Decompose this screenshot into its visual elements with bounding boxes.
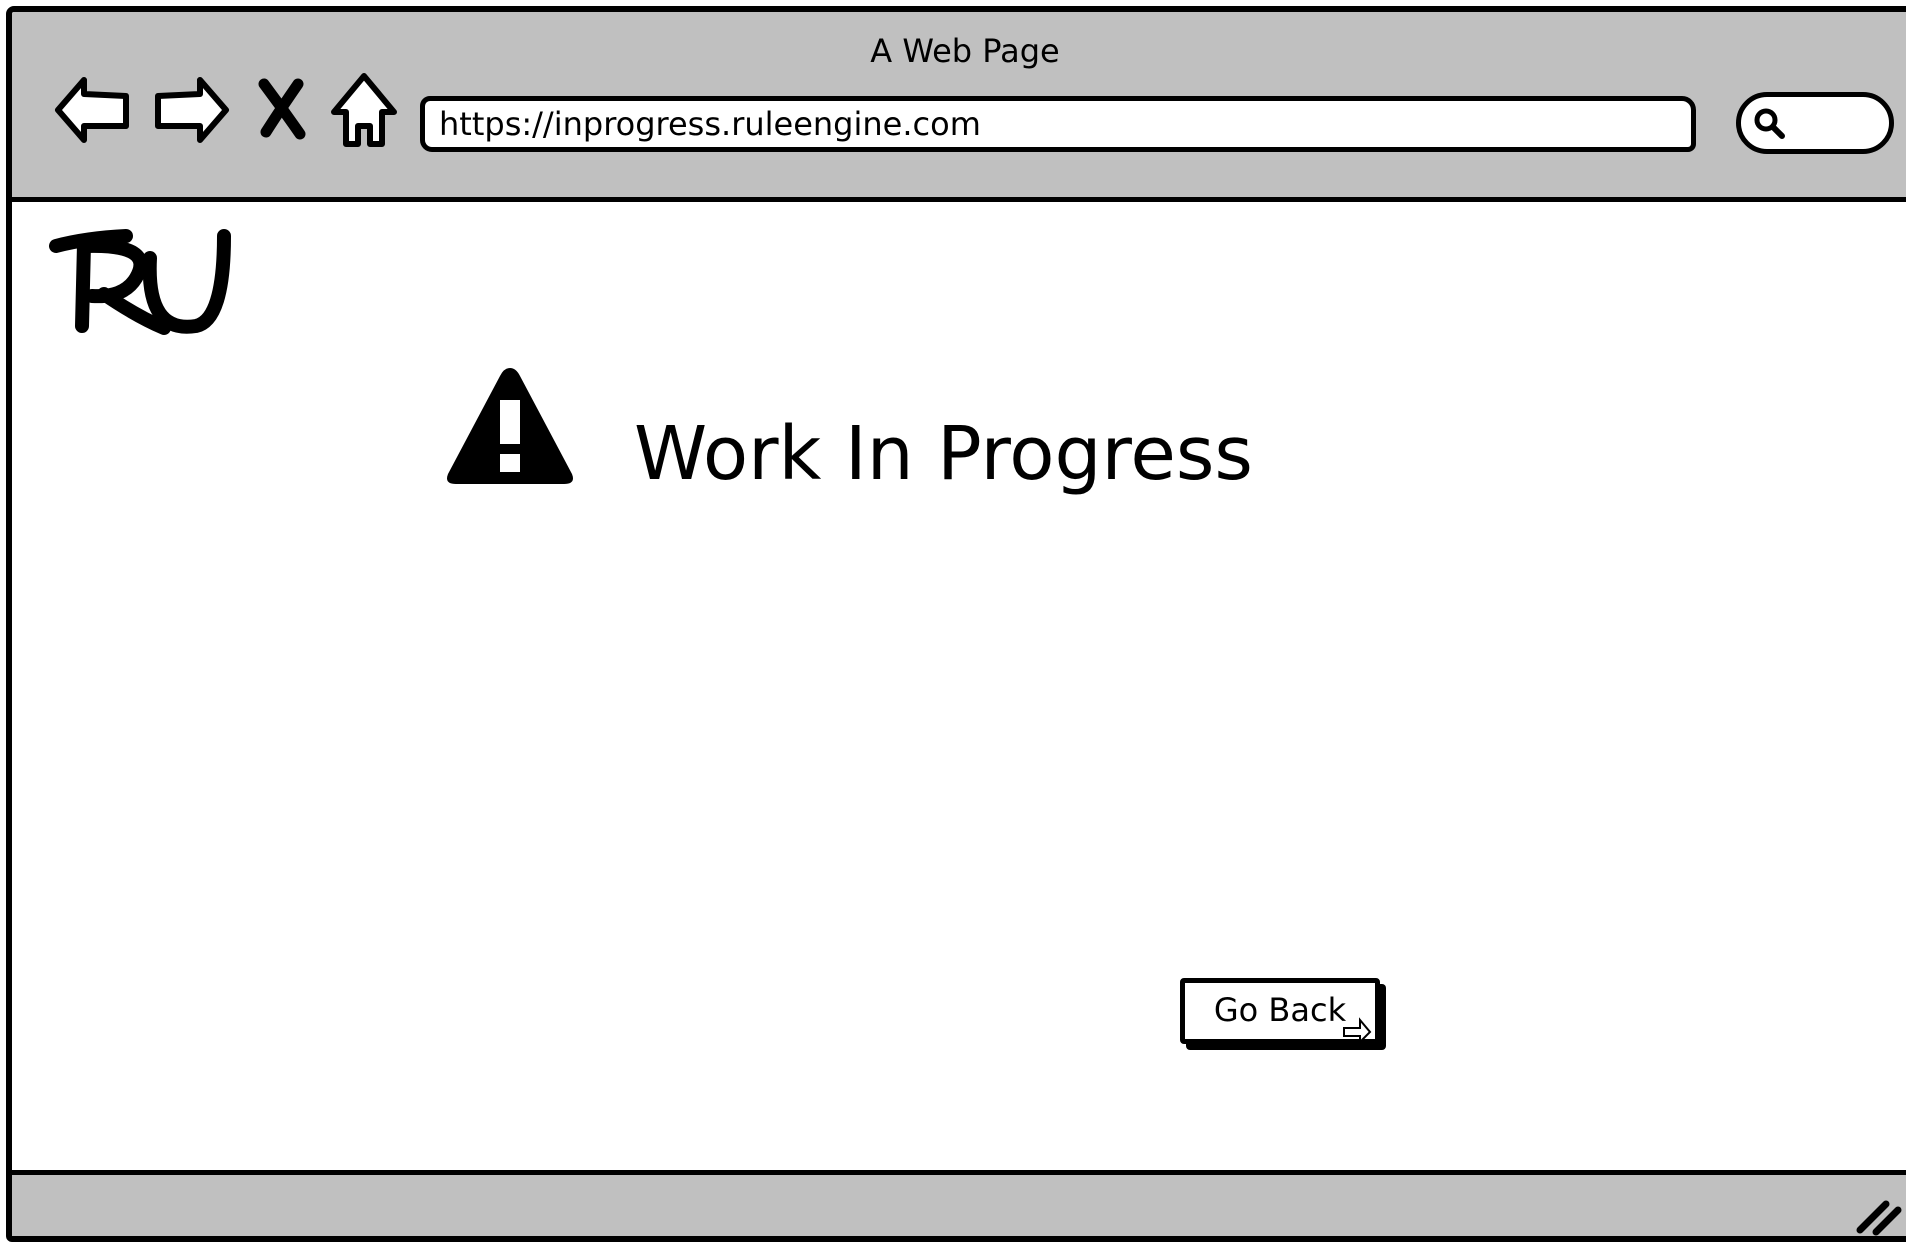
close-icon[interactable] — [252, 74, 312, 144]
resize-grip-icon[interactable] — [1854, 1196, 1902, 1236]
search-icon — [1754, 108, 1785, 139]
url-input[interactable]: https://inprogress.ruleengine.com — [420, 96, 1696, 152]
logo — [49, 229, 231, 335]
status-bar — [12, 1170, 1906, 1236]
warning-icon — [447, 368, 573, 484]
cursor-icon — [1343, 1017, 1372, 1044]
page-content: Work In Progress Go Back — [12, 202, 1906, 1182]
home-icon[interactable] — [324, 70, 404, 150]
arrow-right-icon[interactable] — [152, 70, 232, 150]
browser-window: A Web Page https://inprogress.ruleengine… — [6, 6, 1906, 1242]
window-title: A Web Page — [870, 32, 1060, 70]
search-input[interactable] — [1736, 92, 1894, 154]
browser-toolbar: A Web Page https://inprogress.ruleengine… — [12, 12, 1906, 202]
page-title: Work In Progress — [634, 411, 1253, 497]
arrow-left-icon[interactable] — [52, 70, 132, 150]
